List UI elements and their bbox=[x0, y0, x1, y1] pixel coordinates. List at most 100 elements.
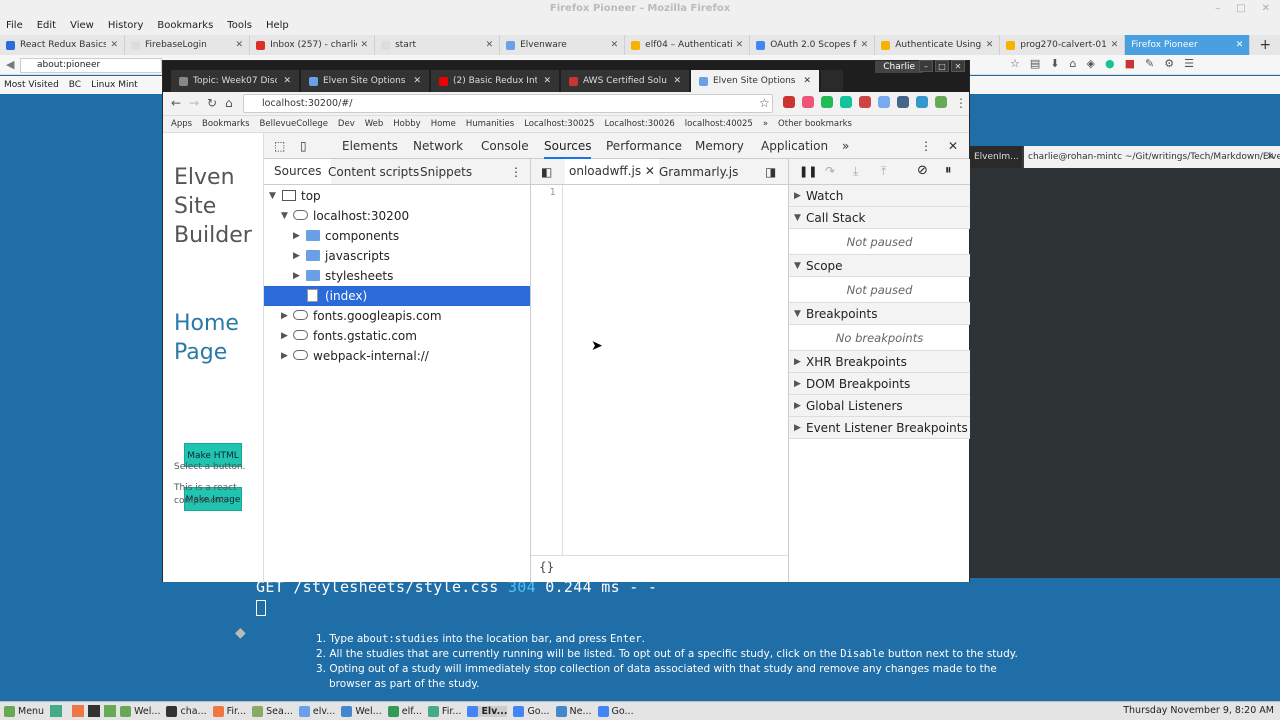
taskbar-item[interactable]: Ne... bbox=[555, 705, 592, 717]
firefox-tab[interactable]: start ✕ bbox=[375, 35, 501, 55]
taskbar-item[interactable]: Go... bbox=[597, 705, 634, 717]
close-tab-icon[interactable]: ✕ bbox=[645, 164, 655, 178]
taskbar-item[interactable]: Fir... bbox=[427, 705, 461, 717]
chrome-tab-active[interactable]: Elven Site Options ✕ bbox=[691, 70, 819, 92]
step-out-icon[interactable]: ⤒ bbox=[881, 164, 886, 179]
firefox-url-input[interactable]: about:pioneer bbox=[20, 58, 162, 73]
home-icon[interactable]: ⌂ bbox=[1070, 57, 1077, 70]
section-dom-breakpoints[interactable]: ▶ DOM Breakpoints bbox=[789, 373, 970, 395]
bookmark-other[interactable]: Other bookmarks bbox=[778, 116, 852, 132]
menu-edit[interactable]: Edit bbox=[37, 18, 56, 35]
section-call-stack[interactable]: ▼ Call Stack bbox=[789, 207, 970, 229]
menu-file[interactable]: File bbox=[6, 18, 23, 35]
tab-content-scripts[interactable]: Content scripts bbox=[328, 165, 419, 179]
launcher-icon[interactable] bbox=[72, 705, 85, 717]
tree-item-domain[interactable]: ▼ localhost:30200 bbox=[264, 206, 530, 226]
tab-elements[interactable]: Elements bbox=[342, 139, 398, 153]
tab-network[interactable]: Network bbox=[413, 139, 463, 153]
grammarly-icon[interactable]: ● bbox=[1105, 57, 1115, 70]
close-tab-icon[interactable]: ✕ bbox=[236, 40, 244, 50]
grammarly-icon[interactable] bbox=[840, 96, 852, 108]
bookmark-folder[interactable]: Hobby bbox=[393, 116, 420, 132]
close-icon[interactable]: ✕ bbox=[1262, 0, 1270, 18]
terminal-tab-active[interactable]: charlie@rohan-mintc ~/Git/writings/Tech/… bbox=[1024, 146, 1280, 168]
step-into-icon[interactable]: ⤓ bbox=[853, 164, 858, 179]
taskbar-item[interactable]: Go... bbox=[513, 705, 550, 717]
back-icon[interactable]: ← bbox=[171, 96, 181, 110]
bookmark-folder[interactable]: Dev bbox=[338, 116, 355, 132]
reload-icon[interactable]: ↻ bbox=[207, 96, 217, 110]
extension-icon[interactable] bbox=[859, 96, 871, 108]
close-tab-icon[interactable]: ✕ bbox=[986, 40, 994, 50]
extension-icon[interactable] bbox=[821, 96, 833, 108]
close-tab-icon[interactable]: ✕ bbox=[283, 76, 291, 86]
section-breakpoints[interactable]: ▼ Breakpoints bbox=[789, 303, 970, 325]
deactivate-breakpoints-icon[interactable]: ⊘ bbox=[917, 163, 928, 178]
more-panels[interactable]: » bbox=[842, 139, 849, 153]
home-icon[interactable]: ⌂ bbox=[225, 96, 233, 110]
close-tab-icon[interactable]: ✕ bbox=[110, 40, 118, 50]
bookmark-bc[interactable]: BC bbox=[69, 76, 81, 94]
menu-view[interactable]: View bbox=[70, 18, 94, 35]
clock[interactable]: Thursday November 9, 8:20 AM bbox=[1123, 705, 1274, 716]
bookmark-bookmarks[interactable]: Bookmarks bbox=[202, 116, 250, 132]
tree-item-file-selected[interactable]: (index) bbox=[264, 286, 530, 306]
firefox-tab[interactable]: FirebaseLogin ✕ bbox=[125, 35, 251, 55]
section-global-listeners[interactable]: ▶ Global Listeners bbox=[789, 395, 970, 417]
chrome-tab[interactable]: Topic: Week07 Discussi✕ bbox=[171, 70, 299, 92]
editor-tab-active[interactable]: onloadwff.js ✕ bbox=[565, 159, 659, 184]
step-over-icon[interactable]: ↷ bbox=[825, 164, 835, 178]
taskbar-item[interactable]: Wel... bbox=[120, 705, 160, 717]
extension-icon[interactable] bbox=[783, 96, 795, 108]
menu-history[interactable]: History bbox=[108, 18, 144, 35]
minimize-icon[interactable]: – bbox=[919, 60, 933, 72]
chrome-tab[interactable]: (2) Basic Redux Introdu✕ bbox=[431, 70, 559, 92]
bookmark-folder[interactable]: Web bbox=[365, 116, 384, 132]
bookmark-folder[interactable]: Localhost:30025 bbox=[524, 116, 594, 132]
menu-help[interactable]: Help bbox=[266, 18, 289, 35]
tree-item-folder[interactable]: ▶ components bbox=[264, 226, 530, 246]
minimize-icon[interactable]: – bbox=[1215, 0, 1220, 18]
tree-item-top[interactable]: ▼ top bbox=[264, 186, 530, 206]
close-tab-icon[interactable]: ✕ bbox=[413, 76, 421, 86]
tree-item-domain[interactable]: ▶ fonts.googleapis.com bbox=[264, 306, 530, 326]
device-toolbar-icon[interactable]: ▯ bbox=[300, 139, 307, 153]
close-tab-icon[interactable]: ✕ bbox=[673, 76, 681, 86]
taskbar-item[interactable]: Sea... bbox=[252, 705, 293, 717]
tab-memory[interactable]: Memory bbox=[695, 139, 744, 153]
new-tab-button[interactable] bbox=[821, 70, 843, 92]
reader-icon[interactable]: ▤ bbox=[1030, 57, 1040, 70]
maximize-icon[interactable]: □ bbox=[935, 60, 949, 72]
close-tab-icon[interactable]: ✕ bbox=[361, 40, 369, 50]
maximize-icon[interactable]: □ bbox=[1236, 0, 1245, 18]
firefox-tab-active[interactable]: Firefox Pioneer ✕ bbox=[1125, 35, 1251, 55]
firefox-tab[interactable]: elf04 – Authentication –✕ bbox=[625, 35, 751, 55]
terminal-launcher-icon[interactable] bbox=[88, 705, 101, 717]
chrome-tab[interactable]: Elven Site Options ✕ bbox=[301, 70, 429, 92]
firefox-tab[interactable]: Authenticate Using Goo✕ bbox=[875, 35, 1001, 55]
menu-tools[interactable]: Tools bbox=[227, 18, 252, 35]
section-xhr-breakpoints[interactable]: ▶ XHR Breakpoints bbox=[789, 351, 970, 373]
extension-icon[interactable] bbox=[916, 96, 928, 108]
taskbar-item[interactable]: elf... bbox=[387, 705, 422, 717]
extension-icon[interactable] bbox=[802, 96, 814, 108]
bookmark-linux-mint[interactable]: Linux Mint bbox=[91, 76, 138, 94]
close-tab-icon[interactable]: ✕ bbox=[736, 40, 744, 50]
tab-snippets[interactable]: Snippets bbox=[420, 165, 472, 179]
taskbar-item-active[interactable]: Elv... bbox=[467, 705, 508, 717]
close-devtools-icon[interactable]: ✕ bbox=[948, 139, 958, 153]
chrome-menu-icon[interactable]: ⋮ bbox=[955, 96, 967, 110]
close-icon[interactable]: ✕ bbox=[951, 60, 965, 72]
tab-sources-files[interactable]: Sources bbox=[264, 159, 332, 184]
bookmarks-overflow[interactable]: » bbox=[763, 116, 768, 132]
firefox-tab[interactable]: OAuth 2.0 Scopes for Go✕ bbox=[750, 35, 876, 55]
chrome-profile-button[interactable]: Charlie bbox=[875, 61, 923, 73]
close-tab-icon[interactable]: ✕ bbox=[543, 76, 551, 86]
section-scope[interactable]: ▼ Scope bbox=[789, 255, 970, 277]
tree-item-folder[interactable]: ▶ stylesheets bbox=[264, 266, 530, 286]
close-tab-icon[interactable]: ✕ bbox=[803, 76, 811, 86]
tree-item-domain[interactable]: ▶ fonts.gstatic.com bbox=[264, 326, 530, 346]
taskbar-item[interactable]: Wel... bbox=[341, 705, 382, 717]
editor-tab[interactable]: Grammarly.js bbox=[659, 165, 738, 179]
tree-item-domain[interactable]: ▶ webpack-internal:// bbox=[264, 346, 530, 366]
